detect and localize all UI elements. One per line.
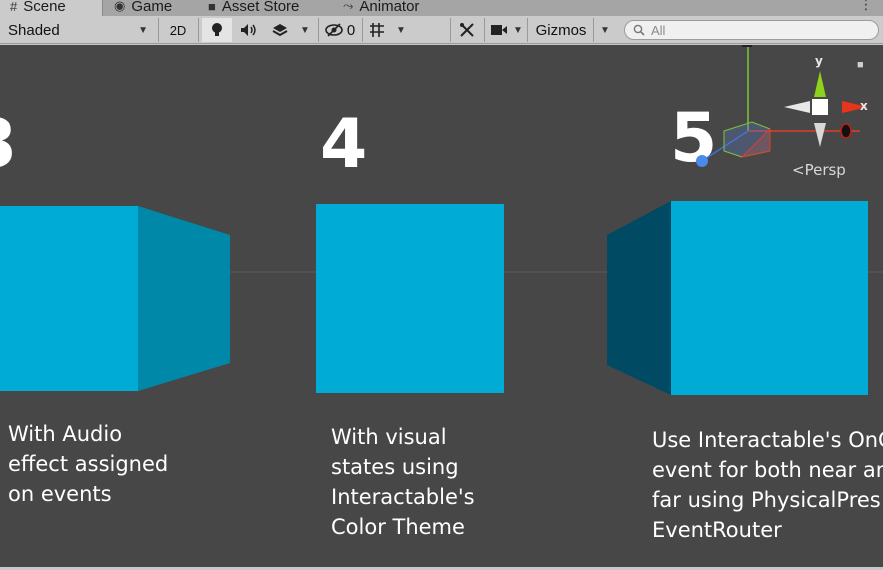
gizmo-y-label: y — [815, 54, 823, 68]
draw-mode-dropdown[interactable]: Shaded ▼ — [4, 18, 154, 42]
editor-tab-bar: # Scene ◉ Game ■ Asset Store ⤳ Animator … — [0, 0, 883, 16]
gizmo-x-label: x — [860, 99, 868, 113]
bag-icon: ■ — [208, 0, 216, 14]
chevron-down-icon: ▼ — [396, 24, 406, 36]
tools-icon — [460, 23, 474, 37]
gizmo-neg-x-cone[interactable] — [784, 101, 810, 113]
2d-toggle-button[interactable]: 2D — [162, 18, 194, 42]
grid-dropdown-arrow[interactable]: ▼ — [392, 18, 410, 42]
search-placeholder: All — [651, 22, 666, 38]
camera-settings-button[interactable] — [488, 18, 510, 42]
gizmo-y-cone[interactable] — [814, 71, 826, 97]
eye-slash-icon — [325, 23, 343, 37]
tab-scene-label: Scene — [23, 0, 66, 15]
2d-toggle-label: 2D — [169, 22, 187, 38]
toolbar-divider — [593, 18, 594, 42]
search-icon — [633, 24, 645, 36]
gamepad-icon: ◉ — [114, 0, 126, 13]
speaker-icon — [241, 24, 256, 36]
toolbar-divider — [158, 18, 159, 42]
chevron-down-icon: ▼ — [138, 24, 148, 36]
chevron-left-icon: < — [792, 161, 805, 179]
grid-snapping-toggle[interactable] — [364, 18, 390, 42]
camera-icon — [491, 25, 507, 35]
chevron-down-icon: ▼ — [300, 24, 310, 36]
tab-game-label: Game — [131, 0, 173, 15]
toolbar-divider — [484, 18, 485, 42]
tab-asset-store[interactable]: ■ Asset Store — [198, 0, 309, 16]
gizmo-neg-y-cone[interactable] — [814, 123, 826, 147]
layers-icon — [272, 24, 288, 37]
kebab-menu-icon[interactable]: ⋮ — [859, 0, 873, 13]
lock-icon[interactable]: ■ — [857, 59, 864, 71]
gizmo-z-cone[interactable] — [840, 123, 852, 139]
persp-toggle[interactable]: <Persp — [792, 161, 846, 179]
hidden-count: 0 — [346, 21, 356, 39]
gizmos-label: Gizmos — [535, 21, 587, 39]
hidden-objects-toggle[interactable]: 0 — [322, 18, 358, 42]
component-tools-button[interactable] — [454, 18, 480, 42]
animator-icon: ⤳ — [343, 0, 354, 13]
gizmo-center-cube[interactable] — [812, 99, 828, 115]
camera-dropdown-arrow[interactable]: ▼ — [510, 18, 526, 42]
effects-dropdown-arrow[interactable]: ▼ — [296, 18, 314, 42]
toolbar-divider — [362, 18, 363, 42]
hierarchy-search-input[interactable]: All — [624, 20, 879, 40]
scene-grid-icon: # — [10, 0, 18, 14]
tab-asset-store-label: Asset Store — [221, 0, 300, 15]
chevron-down-icon: ▼ — [600, 24, 610, 36]
lighting-toggle-button[interactable] — [202, 18, 232, 42]
audio-toggle-button[interactable] — [234, 18, 264, 42]
toolbar-divider — [450, 18, 451, 42]
effects-dropdown[interactable] — [266, 18, 294, 42]
tab-animator[interactable]: ⤳ Animator — [333, 0, 429, 16]
toolbar-divider — [527, 18, 528, 42]
orientation-gizmo[interactable] — [0, 45, 883, 567]
lightbulb-icon — [212, 23, 222, 36]
draw-mode-label: Shaded — [8, 21, 60, 39]
gizmos-button[interactable]: Gizmos — [530, 18, 592, 42]
toolbar-divider — [198, 18, 199, 42]
tab-game[interactable]: ◉ Game — [104, 0, 182, 16]
toolbar-divider — [318, 18, 319, 42]
scene-viewport[interactable]: 3 4 5 With Audio effect assigned on even… — [0, 45, 883, 567]
tab-scene[interactable]: # Scene — [0, 0, 103, 16]
tab-animator-label: Animator — [359, 0, 420, 15]
grid-icon — [370, 23, 384, 37]
chevron-down-icon: ▼ — [513, 24, 523, 36]
scene-toolbar: Shaded ▼ 2D ▼ 0 ▼ ▼ Gizmos ▼ All — [0, 16, 883, 44]
gizmos-dropdown-arrow[interactable]: ▼ — [596, 18, 614, 42]
persp-label: Persp — [804, 161, 846, 179]
